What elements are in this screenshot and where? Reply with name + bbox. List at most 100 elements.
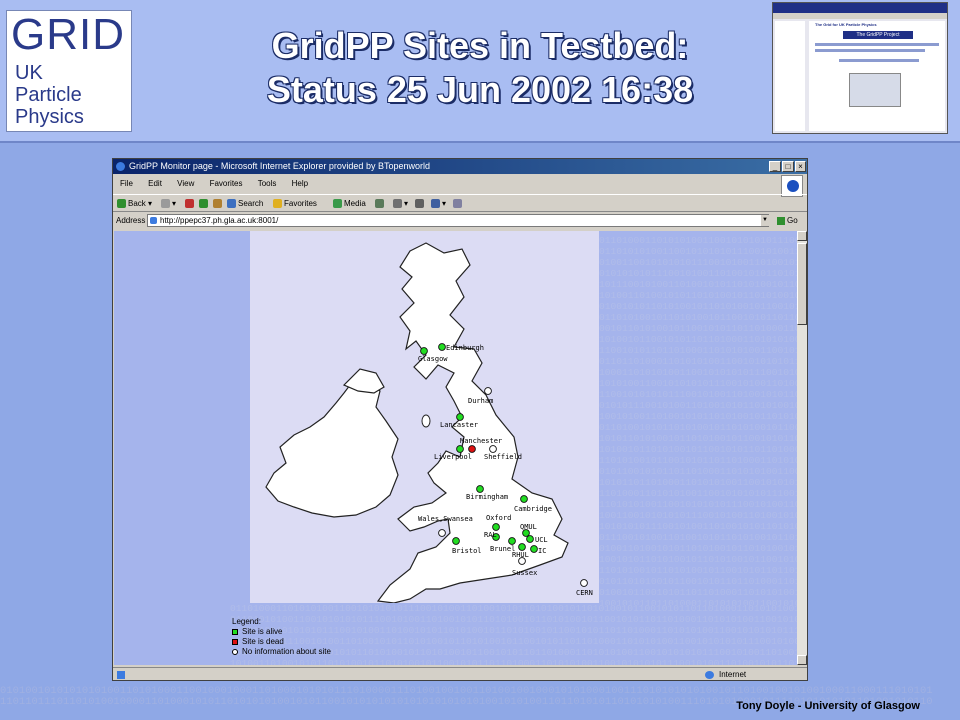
status-bar: Internet bbox=[113, 667, 807, 681]
site-marker-cern[interactable] bbox=[580, 579, 588, 587]
site-label-edinburgh: Edinburgh bbox=[446, 344, 484, 352]
thumbnail-heading: The Grid for UK Particle Physics bbox=[815, 22, 877, 27]
site-marker-manchester[interactable] bbox=[468, 445, 476, 453]
stop-icon bbox=[185, 199, 194, 209]
site-marker-liverpool[interactable] bbox=[456, 445, 464, 453]
history-button[interactable] bbox=[375, 195, 386, 213]
favorites-button[interactable]: Favorites bbox=[273, 195, 317, 213]
site-marker-glasgow[interactable] bbox=[420, 347, 428, 355]
print-button[interactable] bbox=[415, 195, 426, 213]
history-icon bbox=[375, 199, 384, 209]
menu-view[interactable]: View bbox=[177, 179, 194, 188]
minimize-icon[interactable]: _ bbox=[769, 161, 781, 172]
search-button[interactable]: Search bbox=[227, 195, 263, 213]
site-label-manchester: Manchester bbox=[460, 437, 502, 445]
scroll-thumb[interactable] bbox=[797, 243, 807, 325]
thumbnail-text-line bbox=[815, 49, 925, 52]
stop-button[interactable] bbox=[185, 195, 196, 213]
unknown-swatch bbox=[232, 649, 238, 655]
address-value: http://ppepc37.ph.gla.ac.uk:8001/ bbox=[160, 216, 279, 225]
legend-alive: Site is alive bbox=[232, 627, 331, 637]
site-marker-brunel[interactable] bbox=[508, 537, 516, 545]
thumbnail-project-banner: The GridPP Project bbox=[843, 31, 913, 39]
site-label-liverpool: Liverpool bbox=[434, 453, 472, 461]
mail-button[interactable]: ▾ bbox=[393, 195, 408, 213]
menu-bar: File Edit View Favorites Tools Help bbox=[113, 176, 807, 192]
scroll-down-icon[interactable] bbox=[797, 655, 807, 665]
site-label-glasgow: Glasgow bbox=[418, 355, 448, 363]
discuss-button[interactable] bbox=[453, 195, 464, 213]
favorites-star-icon bbox=[273, 199, 282, 209]
menu-help[interactable]: Help bbox=[292, 179, 308, 188]
media-icon bbox=[333, 199, 342, 209]
site-marker-ucl[interactable] bbox=[526, 535, 534, 543]
vertical-scrollbar[interactable] bbox=[797, 231, 807, 665]
thumbnail-titlebar bbox=[773, 3, 947, 13]
window-titlebar: GridPP Monitor page - Microsoft Internet… bbox=[113, 159, 807, 174]
thumbnail-map-image bbox=[849, 73, 901, 107]
menu-file[interactable]: File bbox=[120, 179, 133, 188]
standard-toolbar: Back ▾ ▾ Search Favorites Media ▾ ▾ bbox=[113, 194, 807, 212]
ie-icon bbox=[116, 162, 125, 171]
logo-line-physics: Physics bbox=[15, 106, 84, 128]
site-label-ral: RAL bbox=[484, 531, 497, 539]
site-label-cern: CERN bbox=[576, 589, 593, 597]
footer-credit: Tony Doyle - University of Glasgow bbox=[736, 700, 920, 712]
ireland-landmass bbox=[265, 380, 399, 518]
site-label-sheffield: Sheffield bbox=[484, 453, 522, 461]
site-marker-lancaster[interactable] bbox=[456, 413, 464, 421]
discuss-icon bbox=[453, 199, 462, 209]
site-label-durham: Durham bbox=[468, 397, 493, 405]
close-icon[interactable]: × bbox=[795, 161, 806, 172]
site-marker-birmingham[interactable] bbox=[476, 485, 484, 493]
site-marker-edinburgh[interactable] bbox=[438, 343, 446, 351]
thumbnail-text-line bbox=[815, 43, 939, 46]
thumbnail-sidebar bbox=[775, 21, 805, 131]
site-marker-sussex[interactable] bbox=[518, 557, 526, 565]
search-icon bbox=[227, 199, 236, 209]
site-marker-durham[interactable] bbox=[484, 387, 492, 395]
go-button[interactable]: Go bbox=[777, 213, 798, 229]
refresh-icon bbox=[199, 199, 208, 209]
site-marker-wales-swansea[interactable] bbox=[438, 529, 446, 537]
legend-title: Legend: bbox=[232, 617, 261, 626]
site-marker-cambridge[interactable] bbox=[520, 495, 528, 503]
page-content: 0110100011010101001100101010101110010100… bbox=[114, 231, 797, 665]
site-label-ic: IC bbox=[538, 547, 546, 555]
maximize-icon[interactable]: □ bbox=[782, 161, 794, 172]
back-button[interactable]: Back ▾ bbox=[117, 195, 152, 213]
isle-of-man bbox=[421, 414, 431, 428]
go-arrow-icon bbox=[777, 216, 785, 225]
menu-favorites[interactable]: Favorites bbox=[210, 179, 243, 188]
site-marker-ic[interactable] bbox=[530, 545, 538, 553]
address-dropdown-icon[interactable]: ▼ bbox=[761, 215, 769, 226]
home-icon bbox=[213, 199, 222, 209]
ie-globe-icon bbox=[787, 180, 799, 192]
status-page-icon bbox=[117, 671, 125, 679]
legend: Legend: Site is alive Site is dead No in… bbox=[232, 617, 331, 657]
site-label-sussex: Sussex bbox=[512, 569, 537, 577]
site-marker-oxford[interactable] bbox=[492, 523, 500, 531]
address-label: Address bbox=[116, 216, 146, 225]
site-label-lancaster: Lancaster bbox=[440, 421, 478, 429]
site-marker-sheffield[interactable] bbox=[489, 445, 497, 453]
site-marker-rhul[interactable] bbox=[518, 543, 526, 551]
media-button[interactable]: Media bbox=[333, 195, 366, 213]
scroll-up-icon[interactable] bbox=[797, 231, 807, 241]
gridpp-logo: GRID UK Particle Physics bbox=[6, 10, 132, 132]
site-label-oxford: Oxford bbox=[486, 514, 511, 522]
site-label-birmingham: Birmingham bbox=[466, 493, 508, 501]
edit-icon bbox=[431, 199, 440, 209]
site-marker-bristol[interactable] bbox=[452, 537, 460, 545]
address-input[interactable]: http://ppepc37.ph.gla.ac.uk:8001/ bbox=[147, 214, 769, 227]
home-button[interactable] bbox=[213, 195, 224, 213]
refresh-button[interactable] bbox=[199, 195, 210, 213]
menu-tools[interactable]: Tools bbox=[258, 179, 277, 188]
forward-button[interactable]: ▾ bbox=[161, 195, 176, 213]
logo-grid-text: GRID bbox=[11, 10, 125, 59]
alive-swatch bbox=[232, 629, 238, 635]
site-label-wales-swansea: Wales,Swansea bbox=[418, 515, 473, 523]
menu-edit[interactable]: Edit bbox=[148, 179, 162, 188]
edit-button[interactable]: ▾ bbox=[431, 195, 446, 213]
page-icon bbox=[150, 217, 157, 224]
